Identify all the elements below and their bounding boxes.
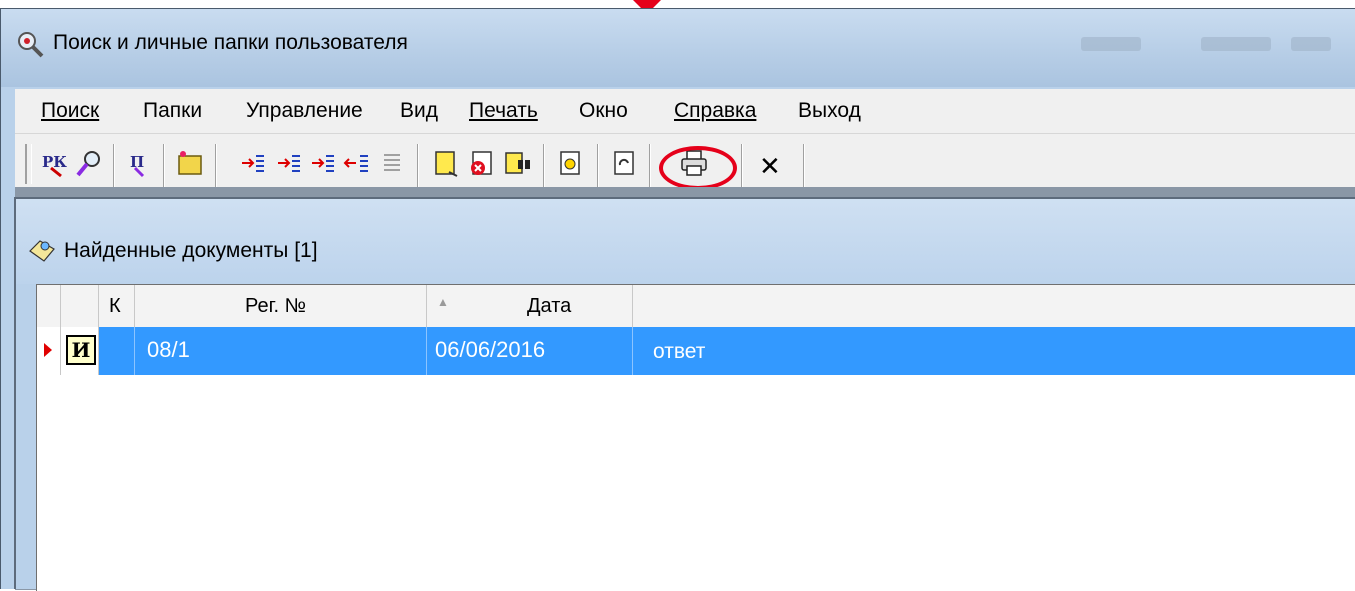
menu-search[interactable]: Поиск	[41, 99, 99, 123]
delete-document-icon[interactable]	[467, 148, 497, 178]
title-bar: Поиск и личные папки пользователя	[1, 9, 1355, 87]
toolbar-separator	[543, 144, 545, 188]
move-right-3-icon[interactable]	[309, 148, 339, 178]
blurred-title-text	[1291, 37, 1331, 51]
print-button-highlight	[659, 146, 737, 190]
blurred-title-text	[1081, 37, 1141, 51]
header-type	[61, 285, 99, 327]
refresh-icon[interactable]	[609, 148, 639, 178]
menu-folders[interactable]: Папки	[143, 99, 202, 123]
search-icon[interactable]	[75, 148, 105, 178]
header-indicator	[37, 285, 61, 327]
menu-management[interactable]: Управление	[246, 99, 363, 123]
view-icon[interactable]	[555, 148, 585, 178]
rk-search-icon[interactable]: РК	[41, 148, 71, 178]
menu-bar: Поиск Папки Управление Вид Печать Окно С…	[15, 89, 1355, 133]
header-reg-no[interactable]: Рег. №	[135, 285, 427, 327]
menu-view[interactable]: Вид	[400, 99, 438, 123]
doc-type-icon: И	[61, 327, 99, 375]
new-folder-icon[interactable]	[175, 148, 205, 178]
header-description[interactable]	[633, 285, 1355, 327]
list-icon[interactable]	[377, 148, 407, 178]
cell-description: ответ	[653, 340, 706, 363]
document-icon[interactable]	[431, 148, 461, 178]
toolbar-separator	[163, 144, 165, 188]
blurred-title-text	[1201, 37, 1271, 51]
table-row[interactable]: И 08/1 06/06/2016 ответ	[37, 327, 1355, 375]
svg-text:РК: РК	[42, 153, 67, 171]
toolbar-separator	[597, 144, 599, 188]
menu-help[interactable]: Справка	[674, 99, 756, 123]
child-window-title: Найденные документы [1]	[64, 239, 318, 262]
toolbar-separator	[113, 144, 115, 188]
toolbar-separator	[803, 144, 805, 188]
cell-date: 06/06/2016	[427, 327, 633, 375]
menu-window[interactable]: Окно	[579, 99, 628, 123]
close-icon[interactable]: ✕	[759, 152, 781, 182]
move-right-2-icon[interactable]	[275, 148, 305, 178]
move-left-icon[interactable]	[343, 148, 373, 178]
find-icon[interactable]	[503, 148, 533, 178]
move-right-icon[interactable]	[239, 148, 269, 178]
header-date[interactable]: ▲ Дата	[427, 285, 633, 327]
menu-print[interactable]: Печать	[469, 99, 538, 123]
table-header: К Рег. № ▲ Дата	[37, 285, 1355, 328]
toolbar-grip[interactable]	[25, 144, 32, 184]
toolbar-separator	[741, 144, 743, 188]
header-k[interactable]: К	[99, 285, 135, 327]
row-pointer-icon	[37, 327, 61, 375]
menu-exit[interactable]: Выход	[798, 99, 861, 123]
toolbar: РК П ✕	[15, 133, 1355, 194]
personal-folder-icon[interactable]: П	[125, 148, 155, 178]
found-documents-window: Найденные документы [1] К Рег. № ▲ Дата И…	[14, 197, 1355, 591]
documents-table: К Рег. № ▲ Дата И 08/1 06/06/2016 ответ	[36, 284, 1355, 591]
toolbar-separator	[649, 144, 651, 188]
toolbar-separator	[417, 144, 419, 188]
cell-reg-no: 08/1	[135, 327, 427, 375]
folder-search-icon	[28, 237, 58, 263]
cell-k	[99, 327, 135, 375]
window-title: Поиск и личные папки пользователя	[53, 31, 408, 54]
app-search-icon	[15, 29, 45, 59]
sort-up-icon: ▲	[437, 295, 449, 309]
child-title-bar: Найденные документы [1]	[16, 199, 1355, 284]
toolbar-separator	[215, 144, 217, 188]
